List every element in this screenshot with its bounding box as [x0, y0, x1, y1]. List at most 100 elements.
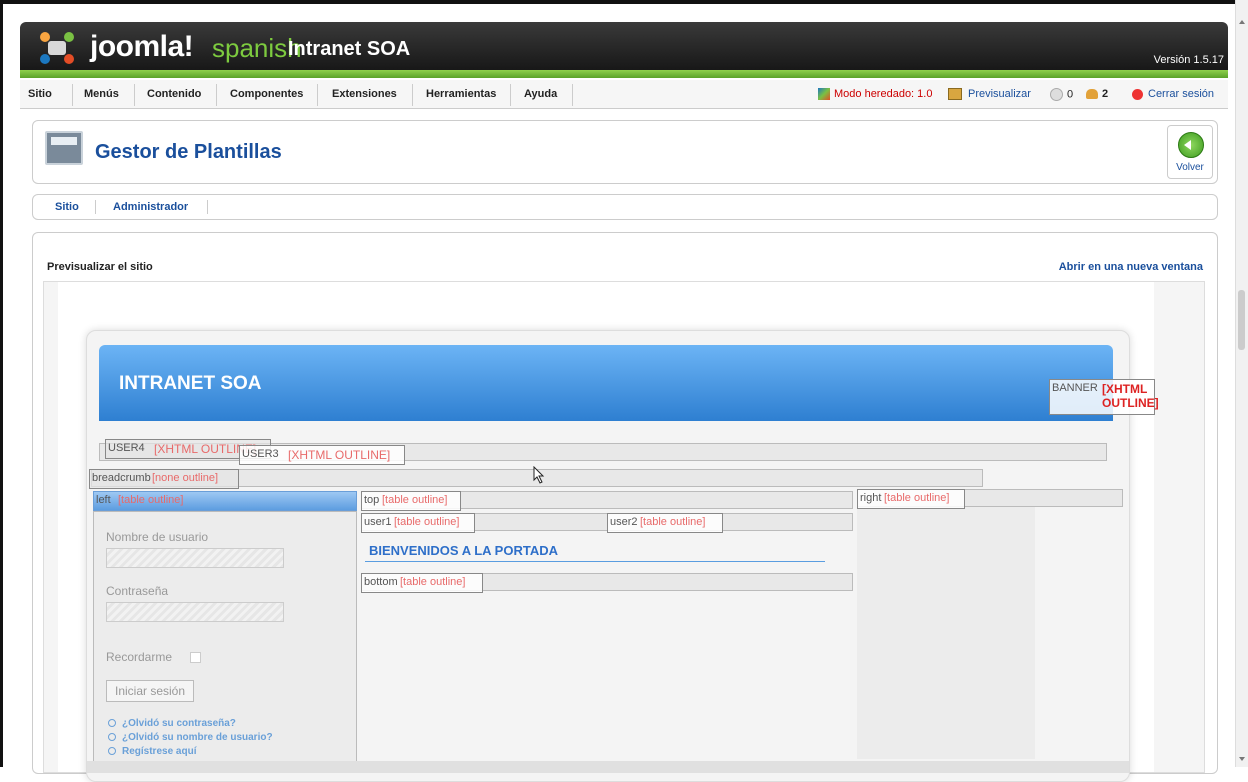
password-label: Contraseña	[106, 584, 169, 598]
menu-sitio[interactable]: Sitio	[28, 88, 52, 100]
position-banner: BANNER [XHTML OUTLINE]	[1049, 379, 1159, 415]
site-preview-frame: INTRANET SOA BANNER [XHTML OUTLINE] USER…	[43, 281, 1205, 782]
username-input[interactable]	[106, 548, 284, 568]
messages-status[interactable]: 0	[1050, 88, 1073, 101]
legacy-mode-status: Modo heredado: 1.0	[818, 88, 933, 101]
mouse-cursor-icon	[533, 466, 545, 484]
login-button[interactable]: Iniciar sesión	[106, 680, 194, 702]
page-scrollbar[interactable]	[1235, 0, 1248, 767]
logout-icon	[1132, 88, 1143, 100]
position-right-label: right	[860, 492, 882, 504]
menu-divider	[72, 84, 73, 106]
menu-herramientas[interactable]: Herramientas	[426, 88, 496, 100]
forgot-username-link[interactable]: ¿Olvidó su nombre de usuario?	[108, 732, 273, 743]
bullet-icon	[108, 747, 116, 756]
header-accent-bar	[20, 70, 1228, 78]
welcome-heading: BIENVENIDOS A LA PORTADA	[369, 543, 558, 558]
forgot-password-text: ¿Olvidó su contraseña?	[122, 718, 236, 729]
bullet-icon	[108, 733, 116, 742]
legacy-mode-icon	[818, 88, 830, 101]
menu-divider	[317, 84, 318, 106]
position-left-tag: [table outline]	[118, 494, 184, 506]
site-title: INTRANET SOA	[119, 373, 262, 394]
menu-divider	[510, 84, 511, 106]
back-arrow-icon	[1178, 132, 1204, 158]
menu-contenido[interactable]: Contenido	[147, 88, 201, 100]
open-new-window-link[interactable]: Abrir en una nueva ventana	[1059, 261, 1203, 273]
preview-link-text: Previsualizar	[968, 88, 1031, 100]
subnav-tabs: Sitio Administrador	[32, 194, 1218, 220]
position-top-tag: [table outline]	[382, 494, 448, 506]
right-column	[857, 507, 1035, 759]
site-layout: INTRANET SOA BANNER [XHTML OUTLINE] USER…	[86, 330, 1159, 782]
position-bottom: bottom [table outline]	[361, 573, 483, 593]
legacy-mode-text: Modo heredado: 1.0	[834, 88, 933, 100]
page-title-box: Gestor de Plantillas Volver	[32, 120, 1218, 184]
position-top: top [table outline]	[361, 491, 461, 511]
subnav-divider	[207, 200, 208, 214]
login-module: Nombre de usuario Contraseña Recordarme …	[93, 511, 357, 763]
position-right-tag: [table outline]	[884, 492, 950, 504]
menu-componentes[interactable]: Componentes	[230, 88, 303, 100]
logout-link[interactable]: Cerrar sesión	[1132, 88, 1214, 100]
bullet-icon	[108, 719, 116, 728]
position-bottom-label: bottom	[364, 576, 398, 588]
position-user2-label: user2	[610, 516, 638, 528]
logout-link-text: Cerrar sesión	[1148, 88, 1215, 100]
menu-extensiones[interactable]: Extensiones	[332, 88, 397, 100]
menu-menus[interactable]: Menús	[84, 88, 119, 100]
subnav-administrador[interactable]: Administrador	[113, 201, 188, 213]
menu-divider	[134, 84, 135, 106]
position-right: right [table outline]	[857, 489, 965, 509]
back-button-label: Volver	[1176, 162, 1204, 173]
scroll-thumb[interactable]	[1238, 290, 1245, 350]
scroll-up-icon[interactable]	[1239, 20, 1245, 24]
logo-text: joomla!	[90, 30, 194, 63]
position-breadcrumb: breadcrumb [none outline]	[89, 469, 239, 489]
position-left: left [table outline]	[93, 491, 357, 511]
forgot-password-link[interactable]: ¿Olvidó su contraseña?	[108, 718, 236, 729]
position-breadcrumb-tag: [none outline]	[152, 472, 219, 484]
back-button[interactable]: Volver	[1167, 125, 1213, 179]
version-label: Versión 1.5.17	[1153, 54, 1224, 66]
position-user3: USER3 [XHTML OUTLINE]	[239, 445, 405, 465]
position-user4-label: USER4	[108, 442, 145, 454]
site-preview-canvas: INTRANET SOA BANNER [XHTML OUTLINE] USER…	[58, 282, 1159, 782]
register-link[interactable]: Regístrese aquí	[108, 746, 196, 757]
messages-count: 0	[1067, 88, 1074, 101]
preview-link[interactable]: Previsualizar	[948, 88, 1031, 101]
position-banner-label: BANNER	[1052, 382, 1098, 394]
footer-strip	[87, 761, 1129, 773]
password-input[interactable]	[106, 602, 284, 622]
position-banner-tag: [XHTML OUTLINE]	[1102, 382, 1159, 410]
position-breadcrumb-label: breadcrumb	[92, 472, 151, 484]
subnav-divider	[95, 200, 96, 214]
users-status[interactable]: 2	[1086, 88, 1108, 100]
position-user2-tag: [table outline]	[640, 516, 706, 528]
position-top-label: top	[364, 494, 380, 506]
preview-content-box: Previsualizar el sitio Abrir en una nuev…	[32, 232, 1218, 782]
register-text: Regístrese aquí	[122, 746, 197, 757]
users-icon	[1086, 89, 1098, 100]
main-menubar: Sitio Menús Contenido Componentes Extens…	[20, 80, 1228, 109]
scroll-down-icon[interactable]	[1239, 757, 1245, 761]
username-label: Nombre de usuario	[106, 530, 209, 544]
menu-divider	[216, 84, 217, 106]
preview-icon	[948, 88, 962, 101]
page-title: Gestor de Plantillas	[95, 141, 282, 163]
position-user2: user2 [table outline]	[607, 513, 723, 533]
template-manager-icon	[45, 131, 83, 165]
position-user1: user1 [table outline]	[361, 513, 475, 533]
welcome-underline	[365, 561, 825, 562]
subnav-sitio[interactable]: Sitio	[55, 201, 79, 213]
remember-checkbox[interactable]	[190, 652, 201, 663]
joomla-logo-icon	[40, 32, 74, 64]
position-user1-label: user1	[364, 516, 392, 528]
menu-ayuda[interactable]: Ayuda	[524, 88, 557, 100]
menu-divider	[412, 84, 413, 106]
site-name: Intranet SOA	[288, 38, 411, 60]
menu-divider	[572, 84, 573, 106]
position-user1-tag: [table outline]	[394, 516, 460, 528]
position-user3-label: USER3	[242, 448, 279, 460]
position-bottom-tag: [table outline]	[400, 576, 466, 588]
